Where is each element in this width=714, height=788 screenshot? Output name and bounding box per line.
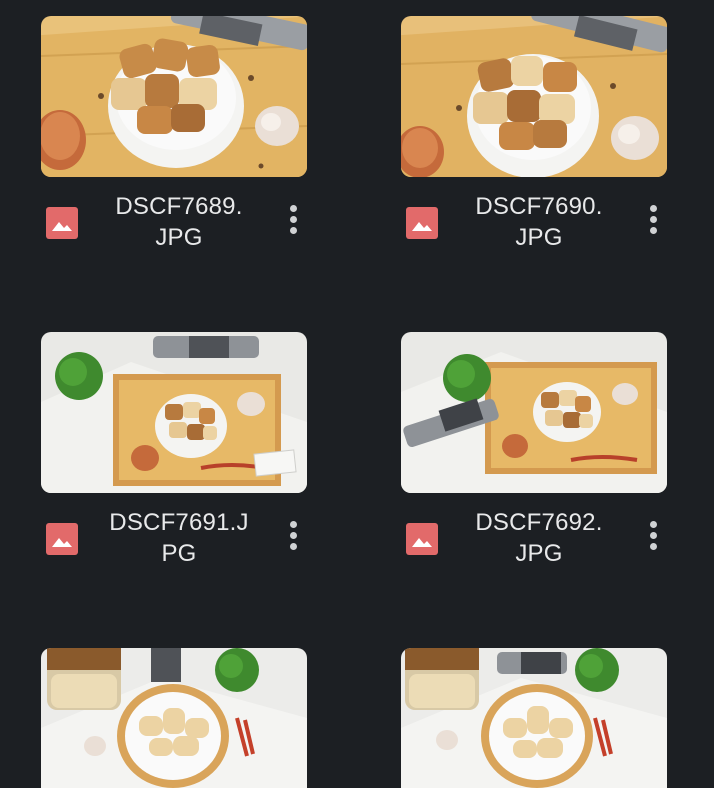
file-card[interactable]: DSCF7690. JPG <box>401 16 667 263</box>
thumbnail-image[interactable] <box>41 648 307 788</box>
more-vert-icon[interactable] <box>641 199 665 239</box>
more-vert-icon[interactable] <box>281 199 305 239</box>
file-name: DSCF7691.J PG <box>109 509 249 567</box>
file-card[interactable] <box>401 648 667 788</box>
thumbnail-image[interactable] <box>401 332 667 493</box>
file-name: DSCF7689. JPG <box>115 193 243 251</box>
file-card[interactable]: DSCF7692. JPG <box>401 332 667 579</box>
file-grid: DSCF7689. JPG DSCF7690. JPG DSCF7691.J P… <box>0 0 714 788</box>
file-card[interactable]: DSCF7689. JPG <box>41 16 307 263</box>
thumbnail-image[interactable] <box>401 16 667 177</box>
more-vert-icon[interactable] <box>641 515 665 555</box>
thumbnail-image[interactable] <box>41 332 307 493</box>
image-icon <box>46 523 78 555</box>
file-name: DSCF7692. JPG <box>475 509 603 567</box>
image-icon <box>406 523 438 555</box>
thumbnail-image[interactable] <box>41 16 307 177</box>
file-card[interactable]: DSCF7691.J PG <box>41 332 307 579</box>
more-vert-icon[interactable] <box>281 515 305 555</box>
file-card[interactable] <box>41 648 307 788</box>
thumbnail-image[interactable] <box>401 648 667 788</box>
file-name: DSCF7690. JPG <box>475 193 603 251</box>
image-icon <box>46 207 78 239</box>
image-icon <box>406 207 438 239</box>
